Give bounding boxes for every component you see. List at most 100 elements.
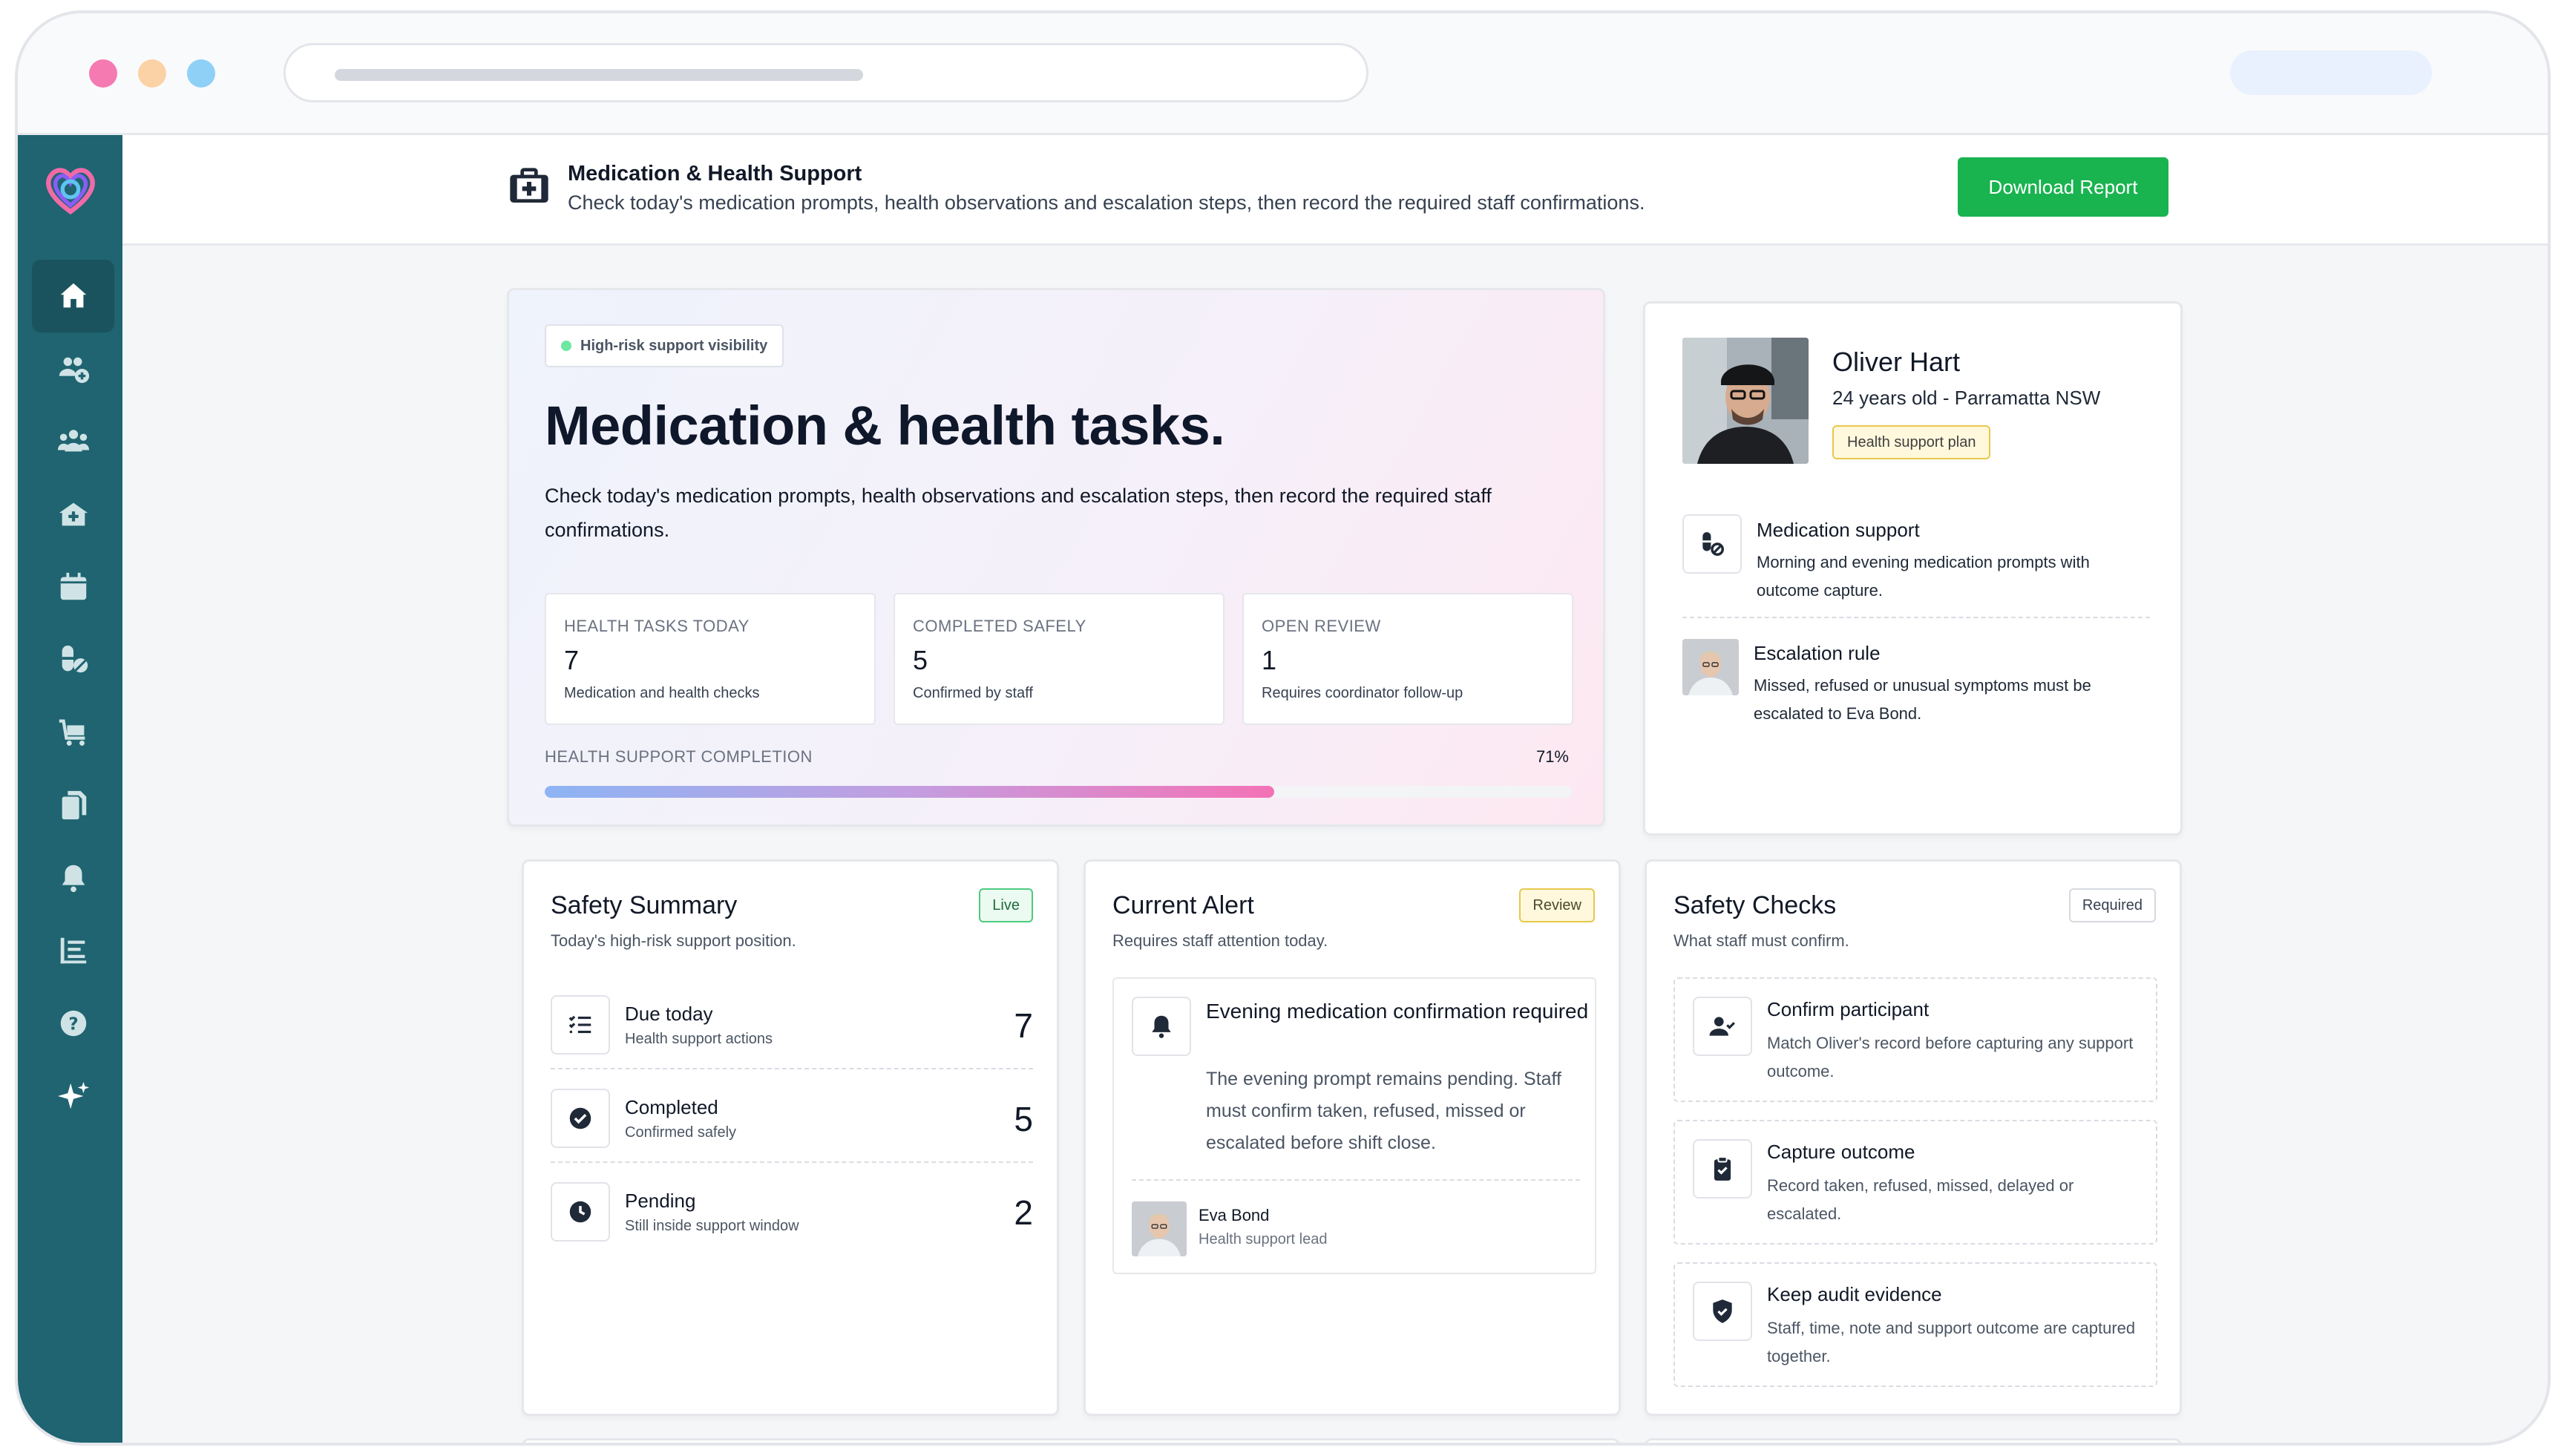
divider	[1132, 1179, 1580, 1181]
checklist-icon-box	[551, 995, 610, 1055]
sidebar-item-people[interactable]	[32, 405, 114, 478]
sidebar-item-ai[interactable]	[32, 1060, 114, 1132]
sidebar-item-medication[interactable]	[32, 623, 114, 696]
cart-icon	[59, 719, 85, 746]
browser-window: ? Medication & Health Support Check toda…	[15, 10, 2551, 1446]
live-badge: Live	[979, 888, 1033, 922]
sidebar-item-home[interactable]	[32, 260, 114, 332]
assignee-name: Eva Bond	[1199, 1206, 1270, 1224]
user-check-icon-box	[1693, 997, 1752, 1056]
divider	[1682, 617, 2150, 618]
minimize-window-button[interactable]	[138, 59, 166, 88]
participant-meta: 24 years old - Parramatta NSW	[1832, 387, 2101, 409]
stat-open-review: OPEN REVIEW 1 Requires coordinator follo…	[1242, 593, 1573, 725]
shield-check-icon-box	[1693, 1282, 1752, 1341]
check-circle-icon-box	[551, 1089, 610, 1148]
calendar-icon	[60, 572, 86, 600]
home-icon	[60, 283, 86, 308]
check-item-audit-evidence[interactable]: Keep audit evidence Staff, time, note an…	[1673, 1262, 2157, 1387]
escalation-rule-title: Escalation rule	[1754, 642, 1881, 664]
required-badge: Required	[2068, 888, 2156, 922]
eva-bond-avatar	[1132, 1201, 1187, 1256]
row-count: 2	[1014, 1193, 1033, 1232]
safety-checks-card: Safety Checks What staff must confirm. R…	[1645, 859, 2182, 1416]
check-item-capture-outcome[interactable]: Capture outcome Record taken, refused, m…	[1673, 1120, 2157, 1245]
user-check-icon	[1709, 1017, 1735, 1036]
alert-item[interactable]: Evening medication confirmation required…	[1112, 977, 1596, 1274]
bell-icon	[1152, 1015, 1171, 1038]
sidebar-item-documents[interactable]	[32, 769, 114, 842]
check-item-confirm-participant[interactable]: Confirm participant Match Oliver's recor…	[1673, 977, 2157, 1102]
stat-sub: Medication and health checks	[564, 685, 760, 701]
download-report-button[interactable]: Download Report	[1958, 157, 2168, 217]
stat-value: 7	[564, 645, 580, 675]
pills-icon	[62, 645, 88, 673]
safety-summary-card: Safety Summary Today's high-risk support…	[522, 859, 1059, 1416]
pills-icon	[1702, 532, 1724, 556]
sidebar-item-cart[interactable]	[32, 696, 114, 769]
address-bar[interactable]	[283, 43, 1368, 102]
row-sub: Health support actions	[625, 1031, 773, 1047]
row-sub: Still inside support window	[625, 1218, 799, 1234]
check-text: Staff, time, note and support outcome ar…	[1767, 1319, 2136, 1365]
medical-kit-icon	[510, 168, 548, 203]
stat-value: 1	[1262, 645, 1277, 675]
sidebar-item-help[interactable]: ?	[32, 987, 114, 1060]
people-icon	[57, 430, 89, 452]
safety-checks-title: Safety Checks	[1673, 891, 1837, 919]
close-window-button[interactable]	[89, 59, 117, 88]
bell-icon	[62, 865, 85, 893]
page-subtitle: Check today's medication prompts, health…	[568, 191, 1645, 214]
clipboard-check-icon	[1714, 1156, 1731, 1181]
sidebar-item-house-medical[interactable]	[32, 478, 114, 551]
sparkle-icon	[57, 1081, 89, 1109]
hero-description: Check today's medication prompts, health…	[545, 485, 1492, 541]
stat-sub: Requires coordinator follow-up	[1262, 685, 1463, 701]
documents-icon	[62, 790, 86, 820]
clipboard-check-icon-box	[1693, 1139, 1752, 1198]
stat-sub: Confirmed by staff	[913, 685, 1033, 701]
eva-bond-avatar	[1682, 639, 1739, 695]
maximize-window-button[interactable]	[187, 59, 215, 88]
check-title: Capture outcome	[1767, 1141, 1915, 1163]
participant-photo	[1682, 338, 1809, 464]
risk-badge: High-risk support visibility	[545, 324, 784, 367]
risk-badge-label: High-risk support visibility	[580, 337, 768, 354]
row-label: Pending	[625, 1190, 696, 1212]
next-card-edge	[1645, 1438, 2182, 1443]
medication-support-title: Medication support	[1757, 519, 1920, 541]
check-text: Record taken, refused, missed, delayed o…	[1767, 1176, 2074, 1223]
alert-item-text: The evening prompt remains pending. Staf…	[1206, 1069, 1561, 1153]
add-group-icon	[59, 357, 89, 384]
page-header: Medication & Health Support Check today'…	[122, 135, 2548, 246]
stat-health-tasks: HEALTH TASKS TODAY 7 Medication and heal…	[545, 593, 876, 725]
stat-label: HEALTH TASKS TODAY	[564, 617, 750, 635]
stat-completed: COMPLETED SAFELY 5 Confirmed by staff	[894, 593, 1225, 725]
sidebar-item-calendar[interactable]	[32, 551, 114, 623]
browser-action-button[interactable]	[2230, 50, 2432, 95]
house-medical-icon	[59, 502, 88, 526]
progress-percent: 71%	[1535, 747, 1569, 766]
sidebar-item-notifications[interactable]	[32, 842, 114, 914]
sidebar-item-add-group[interactable]	[32, 332, 114, 405]
hero-title: Medication & health tasks.	[545, 395, 1225, 456]
next-card-edge	[522, 1438, 1620, 1443]
help-icon: ?	[60, 1010, 86, 1037]
row-count: 7	[1014, 1006, 1033, 1045]
stat-value: 5	[913, 645, 928, 675]
sidebar-item-list[interactable]	[32, 914, 114, 987]
checklist-icon	[568, 1015, 591, 1034]
list-item: Completed Confirmed safely 5	[551, 1074, 1033, 1163]
row-label: Completed	[625, 1096, 718, 1118]
progress-label: HEALTH SUPPORT COMPLETION	[545, 747, 813, 766]
escalation-rule-text: Missed, refused or unusual symptoms must…	[1754, 676, 2091, 723]
address-placeholder	[335, 69, 863, 81]
safety-summary-title: Safety Summary	[551, 891, 738, 919]
current-alert-subtitle: Requires staff attention today.	[1112, 931, 1328, 950]
hero-card: High-risk support visibility Medication …	[507, 288, 1605, 827]
shield-check-icon	[1713, 1299, 1732, 1323]
check-circle-icon	[569, 1107, 591, 1129]
health-plan-badge: Health support plan	[1832, 425, 1991, 459]
list-item: Due today Health support actions 7	[551, 980, 1033, 1069]
stat-label: OPEN REVIEW	[1262, 617, 1381, 635]
